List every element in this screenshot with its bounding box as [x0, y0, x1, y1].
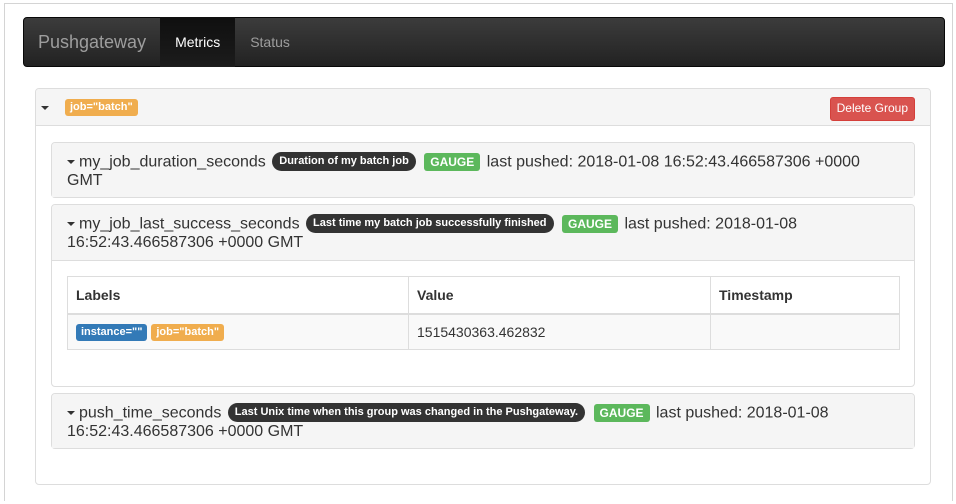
nav-metrics[interactable]: Metrics — [160, 17, 236, 67]
caret-down-icon[interactable] — [67, 410, 75, 415]
header-value: Value — [408, 276, 711, 315]
metric-heading[interactable]: push_time_seconds Last Unix time when th… — [52, 394, 914, 448]
group-panel: job="batch" Delete Group my_job_duration… — [35, 88, 931, 485]
group-heading[interactable]: job="batch" Delete Group — [36, 89, 930, 126]
table-header-row: Labels Value Timestamp — [67, 276, 900, 315]
metric-help-badge: Last time my batch job successfully fini… — [306, 214, 554, 233]
timestamp-cell — [710, 313, 900, 350]
metric-panel: my_job_duration_seconds Duration of my b… — [51, 142, 915, 198]
last-pushed-text: last pushed: 2018-01-08 16:52:43.4665873… — [486, 153, 860, 171]
metric-help-badge: Duration of my batch job — [272, 152, 416, 171]
metric-name: push_time_seconds — [79, 404, 222, 422]
header-timestamp: Timestamp — [710, 276, 900, 315]
last-pushed-text: last pushed: 2018-01-08 — [656, 404, 829, 422]
metric-heading[interactable]: my_job_last_success_seconds Last time my… — [52, 205, 914, 261]
header-labels: Labels — [67, 276, 409, 315]
metric-table-wrapper: Labels Value Timestamp instance="" job="… — [67, 276, 900, 350]
group-label-job: job="batch" — [65, 99, 138, 116]
last-pushed-text: last pushed: 2018-01-08 — [624, 215, 798, 233]
table-row: instance="" job="batch" 1515430363.46283… — [67, 313, 900, 350]
labels-cell: instance="" job="batch" — [67, 313, 409, 350]
nav-status[interactable]: Status — [235, 17, 305, 67]
metric-help-badge: Last Unix time when this group was chang… — [227, 403, 586, 422]
delete-group-button[interactable]: Delete Group — [829, 97, 915, 121]
caret-down-icon[interactable] — [41, 106, 49, 110]
metric-table: Labels Value Timestamp instance="" job="… — [67, 276, 900, 350]
metric-type-label: GAUGE — [561, 214, 618, 233]
metric-type-label: GAUGE — [424, 152, 481, 171]
metric-panel: my_job_last_success_seconds Last time my… — [51, 204, 915, 387]
brand-link[interactable]: Pushgateway — [24, 17, 160, 67]
label-job: job="batch" — [151, 323, 225, 341]
last-pushed-text-cont: 16:52:43.466587306 +0000 GMT — [67, 423, 304, 440]
metric-panel: push_time_seconds Last Unix time when th… — [51, 393, 915, 449]
caret-down-icon[interactable] — [67, 221, 75, 226]
metric-name: my_job_duration_seconds — [79, 153, 266, 171]
metric-name: my_job_last_success_seconds — [79, 215, 300, 233]
value-cell: 1515430363.462832 — [408, 313, 711, 350]
metric-type-label: GAUGE — [593, 403, 650, 422]
last-pushed-text-cont: GMT — [67, 172, 103, 189]
caret-down-icon[interactable] — [67, 159, 75, 164]
label-instance: instance="" — [76, 323, 148, 341]
metric-heading[interactable]: my_job_duration_seconds Duration of my b… — [52, 143, 914, 197]
last-pushed-text-cont: 16:52:43.466587306 +0000 GMT — [67, 234, 304, 251]
navbar: Pushgateway Metrics Status — [23, 17, 945, 67]
